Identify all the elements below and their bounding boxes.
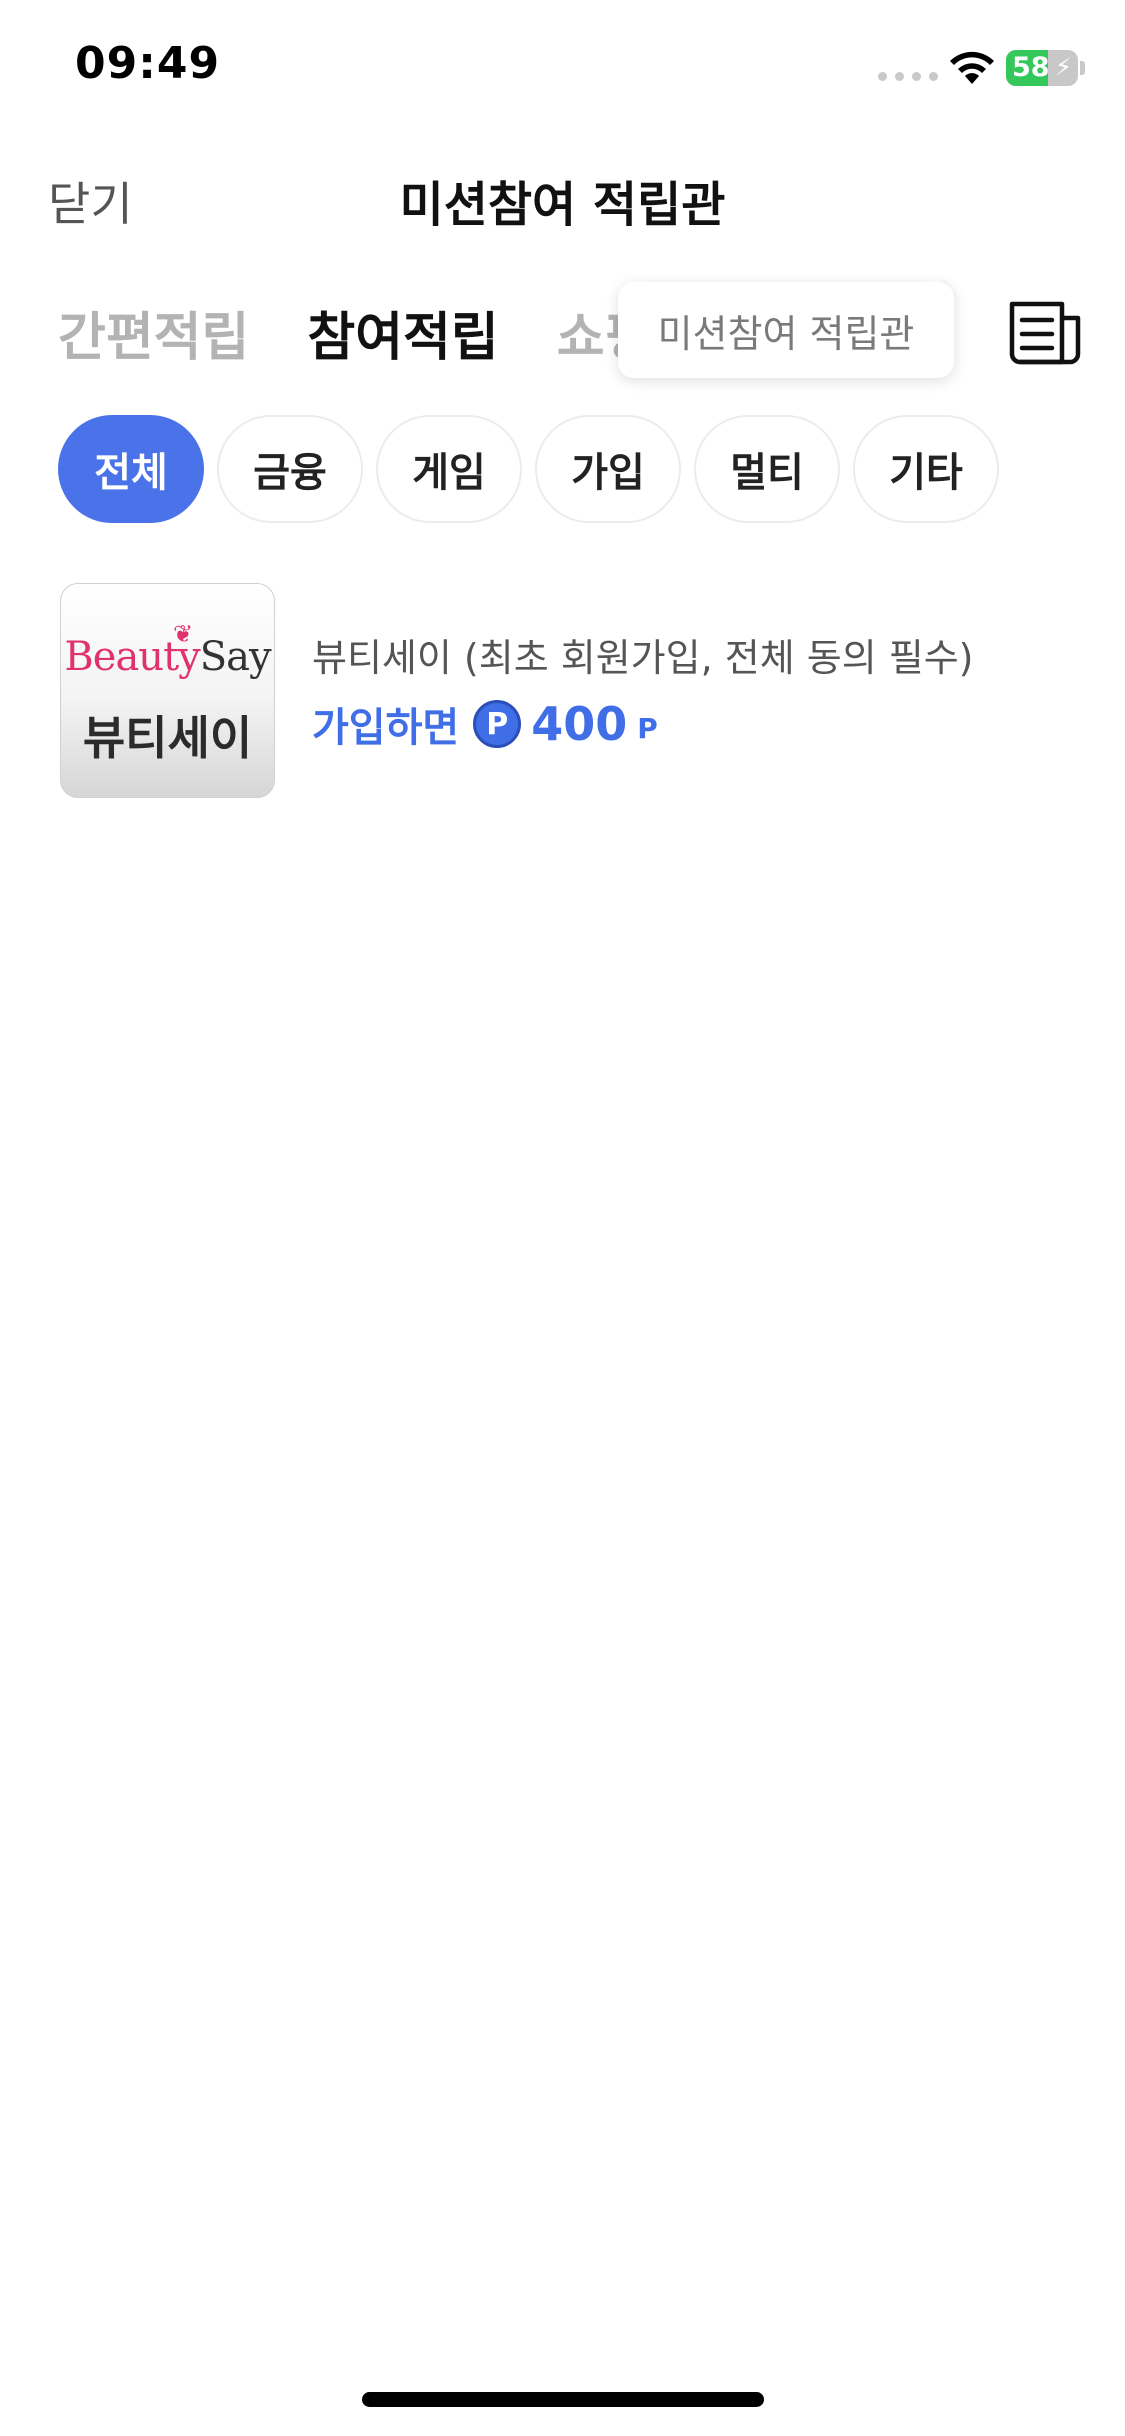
wifi-icon: [950, 51, 994, 84]
screen: 09:49 58 ⚡ 닫기 미션참여 적립관 간편적립 참여적립 쇼핑 미션참여 적…: [0, 0, 1125, 2436]
page-title: 미션참여 적립관: [399, 177, 726, 233]
logo-say: Say: [199, 634, 272, 680]
cellular-signal-icon: [878, 72, 938, 81]
logo-beauty: Beauty: [64, 634, 200, 680]
battery-icon: 58 ⚡: [1006, 50, 1078, 86]
tooltip: 미션참여 적립관: [618, 282, 954, 378]
battery-cap: [1080, 61, 1085, 75]
chip-signup[interactable]: 가입: [535, 415, 681, 523]
chip-all[interactable]: 전체: [58, 415, 204, 523]
status-time: 09:49: [75, 38, 221, 89]
chip-multi[interactable]: 멀티: [694, 415, 840, 523]
charging-bolt-icon: ⚡: [1055, 53, 1072, 81]
point-icon: P: [473, 700, 522, 748]
home-indicator[interactable]: [362, 2392, 764, 2407]
list-item[interactable]: ❦ BeautySay 뷰티세이 뷰티세이 (최초 회원가입, 전체 동의 필수…: [60, 583, 1070, 801]
chip-etc[interactable]: 기타: [853, 415, 999, 523]
reward-label: 가입하면: [312, 705, 460, 751]
status-bar: 09:49 58 ⚡: [0, 0, 1125, 140]
chip-finance[interactable]: 금융: [217, 415, 363, 523]
item-thumbnail: ❦ BeautySay 뷰티세이: [60, 583, 275, 798]
tab-simple-earn[interactable]: 간편적립: [58, 295, 249, 365]
category-filter: 전체 금융 게임 가입 멀티 기타: [58, 415, 999, 523]
battery-level: 58: [1012, 52, 1050, 83]
tab-participation-earn[interactable]: 참여적립: [307, 295, 498, 365]
item-title: 뷰티세이 (최초 회원가입, 전체 동의 필수): [312, 636, 974, 680]
reward-unit: P: [637, 711, 658, 745]
receipt-list-icon[interactable]: [1006, 292, 1086, 372]
chip-game[interactable]: 게임: [376, 415, 522, 523]
item-reward: 가입하면 P 400 P: [312, 695, 658, 753]
thumbnail-logo: BeautySay: [61, 634, 274, 680]
reward-amount: 400: [531, 697, 628, 751]
thumbnail-name: 뷰티세이: [82, 711, 253, 765]
